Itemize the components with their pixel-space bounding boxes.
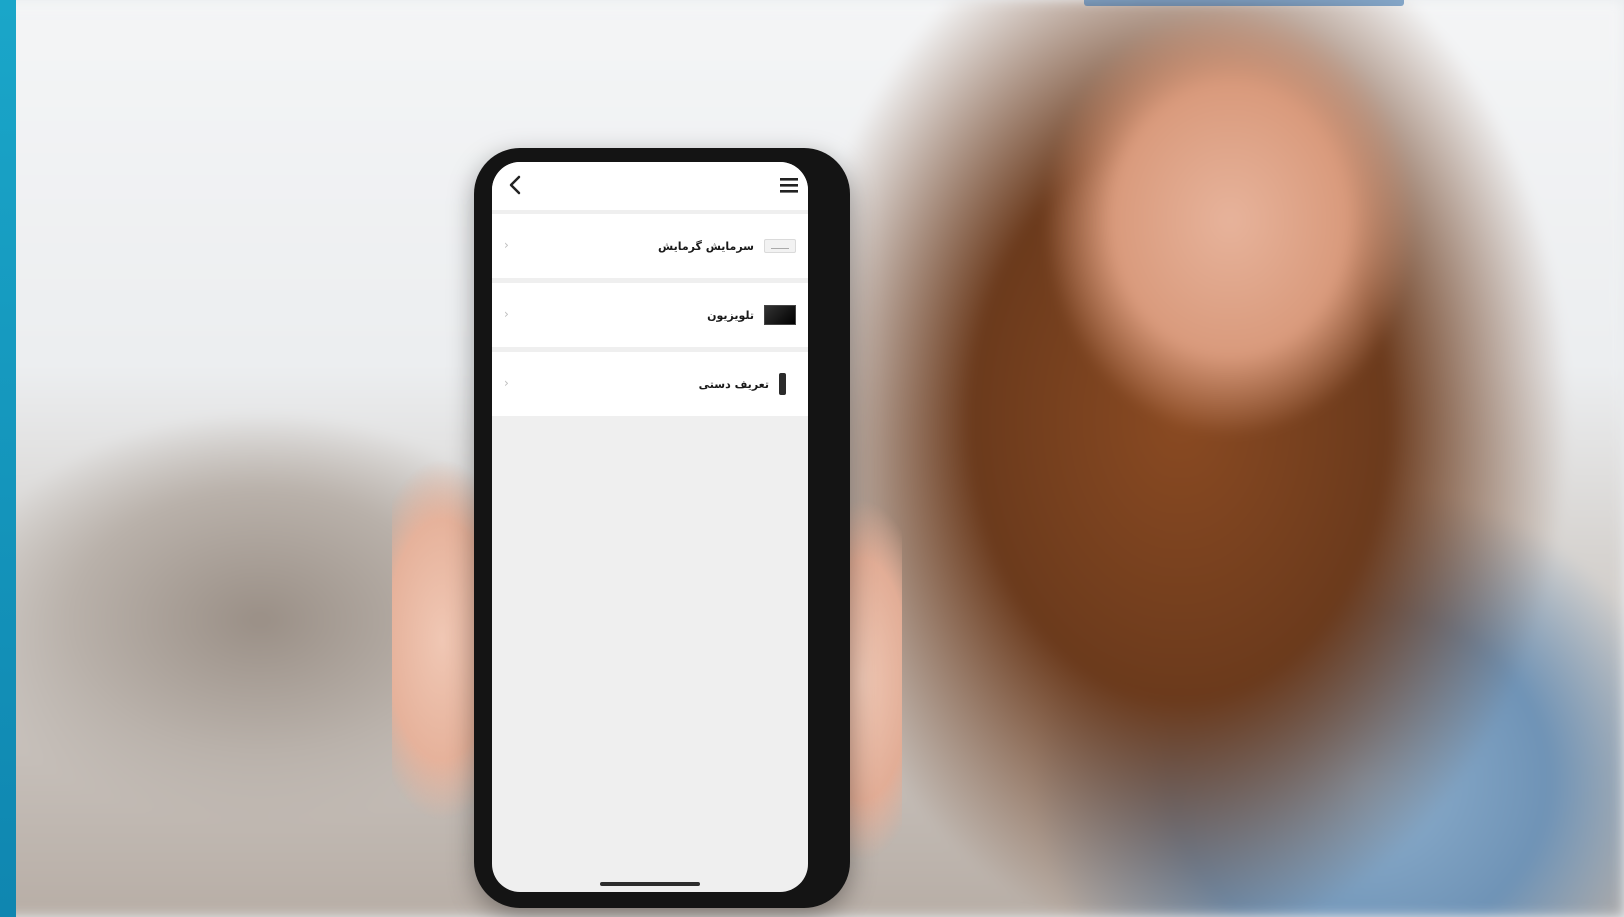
device-row-ac[interactable]: › سرمایش گرمایش — [492, 214, 808, 278]
tv-icon — [764, 305, 796, 325]
hamburger-menu-icon[interactable] — [776, 172, 802, 198]
device-row-tv[interactable]: › تلویزیون — [492, 283, 808, 347]
row-chevron-icon: › — [504, 238, 509, 252]
app-screen: › سرمایش گرمایش › تلویزیون › تعریف دستی — [492, 162, 808, 892]
air-conditioner-icon — [764, 239, 796, 253]
row-chevron-icon: › — [504, 307, 509, 321]
chevron-left-icon[interactable] — [502, 172, 528, 198]
home-indicator[interactable] — [600, 882, 700, 886]
device-label: تلویزیون — [707, 308, 754, 322]
device-label: سرمایش گرمایش — [658, 239, 754, 253]
remote-control-icon — [779, 373, 786, 395]
device-list: › سرمایش گرمایش › تلویزیون › تعریف دستی — [492, 214, 808, 421]
app-topbar — [492, 162, 808, 210]
left-accent-stripe — [0, 0, 16, 917]
phone-device: › سرمایش گرمایش › تلویزیون › تعریف دستی — [474, 148, 850, 908]
device-row-manual[interactable]: › تعریف دستی — [492, 352, 808, 416]
device-label: تعریف دستی — [698, 377, 769, 391]
brand-mark — [1084, 0, 1404, 6]
row-chevron-icon: › — [504, 376, 509, 390]
